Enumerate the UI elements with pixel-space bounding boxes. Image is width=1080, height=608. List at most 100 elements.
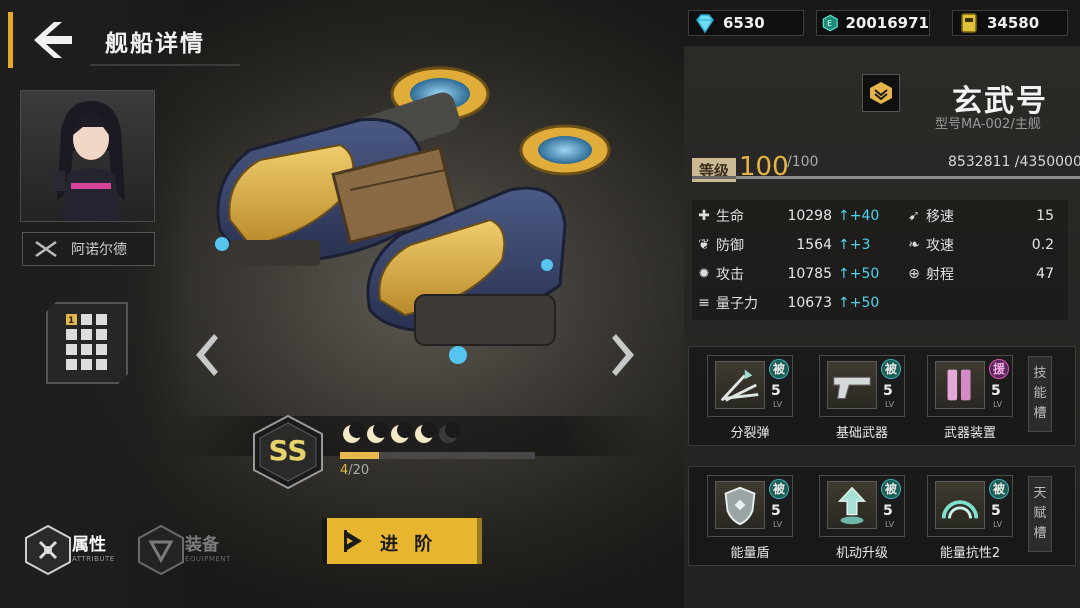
level-max: /100	[787, 154, 819, 170]
supply-card-icon	[961, 13, 977, 33]
crosshair-icon: ⊕	[908, 265, 920, 282]
back-arrow-icon	[34, 22, 72, 58]
energy-resist-icon	[935, 481, 985, 529]
currency-credit[interactable]: E 20016971	[816, 10, 930, 36]
header-divider	[90, 64, 240, 66]
skill-level: 5	[771, 503, 781, 519]
chevron-right-icon	[612, 334, 634, 376]
stat-label: 移速	[926, 208, 954, 225]
slot-char: 槽	[1033, 406, 1047, 421]
stat-row-atk: ✹ 攻击 10785 ↑+50	[696, 259, 886, 288]
star-filled-icon	[343, 422, 365, 443]
stat-row-quantum: ≡ 量子力 10673 ↑+50	[696, 288, 886, 317]
back-button[interactable]	[26, 18, 84, 62]
stat-label: 攻速	[926, 237, 954, 254]
rank-grade: SS	[268, 434, 308, 467]
energy-shield-icon	[715, 481, 765, 529]
next-ship-arrow[interactable]	[610, 332, 640, 378]
stat-bonus: ↑+50	[838, 294, 880, 311]
rank-badge: SS	[250, 414, 326, 490]
stat-value: 1564	[796, 236, 832, 253]
skill-tag: 援	[989, 359, 1009, 379]
skill-lv-text: LV	[993, 400, 1003, 409]
advance-button[interactable]: 进 阶	[322, 518, 482, 564]
stats-panel: ✚ 生命 10298 ↑+40 ❦ 防御 1564 ↑+3 ✹ 攻击 10785 ↑+…	[692, 200, 1068, 320]
ship-illustration	[215, 66, 611, 364]
pilot-name: 阿诺尔德	[71, 242, 127, 258]
faction-emblem-icon	[870, 82, 892, 104]
currency-value: 20016971	[845, 14, 930, 32]
advance-edge	[322, 518, 327, 564]
rank-progress-fill	[340, 452, 379, 459]
skill-lv-text: LV	[885, 520, 895, 529]
slot-char: 赋	[1033, 506, 1047, 521]
ship-model: 型号MA-002/主舰	[935, 117, 1041, 132]
skill-tag: 被	[881, 359, 901, 379]
star-filled-icon	[367, 422, 389, 443]
tab-equipment-sub: EQUIPMENT	[185, 555, 231, 563]
quantum-bars-icon: ≡	[698, 294, 710, 311]
skill-basic-weapon[interactable]: 被 5 LV 基础武器	[819, 355, 905, 441]
feather-icon: ❧	[908, 236, 920, 253]
skill-name: 武器装置	[943, 426, 996, 441]
advance-label: 进 阶	[380, 534, 438, 555]
currency-value: 34580	[987, 14, 1040, 32]
stat-label: 防御	[716, 237, 744, 254]
tab-equipment-label: 装备	[185, 535, 219, 555]
currency-supply[interactable]: 34580	[952, 10, 1068, 36]
skill-split-bullet[interactable]: 被 5 LV 分裂弹	[707, 355, 793, 441]
skill-level: 5	[991, 503, 1001, 519]
slot-char: 天	[1033, 486, 1047, 501]
weapon-device-icon	[935, 361, 985, 409]
talent-energy-shield[interactable]: 被 5 LV 能量盾	[707, 475, 793, 561]
stat-label: 生命	[716, 208, 744, 225]
rank-progress-text: 4/20	[340, 463, 369, 478]
experience-text: 8532811 /4350000	[948, 154, 1080, 170]
exp-bar-fill	[736, 176, 1080, 179]
skill-level: 5	[883, 383, 893, 399]
pilot-name-plate[interactable]: 阿诺尔德	[22, 232, 155, 266]
skill-tag: 被	[881, 479, 901, 499]
talent-energy-resist[interactable]: 被 5 LV 能量抗性2	[927, 475, 1013, 561]
tab-equipment[interactable]: 装备 EQUIPMENT	[133, 522, 253, 578]
skill-name: 能量盾	[730, 546, 770, 561]
skill-tag: 被	[989, 479, 1009, 499]
formation-button[interactable]: 1	[46, 302, 128, 384]
slot-char: 槽	[1033, 526, 1047, 541]
shield-heart-icon: ❦	[698, 236, 710, 253]
tab-attribute-sub: ATTRIBUTE	[72, 555, 115, 563]
pilot-avatar	[51, 101, 125, 221]
header-accent-bar	[8, 12, 13, 68]
speed-boot-icon: ➹	[908, 207, 920, 224]
pilot-portrait[interactable]	[20, 90, 155, 222]
slot-char: 能	[1033, 386, 1047, 401]
tab-attribute[interactable]: 属性 ATTRIBUTE	[20, 522, 140, 578]
skill-lv-text: LV	[993, 520, 1003, 529]
svg-text:E: E	[827, 19, 832, 28]
star-filled-icon	[391, 422, 413, 443]
split-bullet-icon	[715, 361, 765, 409]
stat-label: 量子力	[716, 295, 758, 312]
stat-label: 射程	[926, 266, 954, 283]
tab-attribute-label: 属性	[72, 535, 106, 555]
skill-lv-text: LV	[885, 400, 895, 409]
plus-icon: ✚	[698, 207, 710, 224]
talent-slot-label: 天赋槽	[1028, 476, 1052, 552]
formation-badge: 1	[68, 316, 74, 326]
currency-diamond[interactable]: 6530	[688, 10, 804, 36]
equipment-icon	[138, 524, 184, 576]
attribute-icon	[25, 524, 71, 576]
prev-ship-arrow[interactable]	[190, 332, 220, 378]
stat-value: 10673	[787, 294, 832, 311]
skill-weapon-device[interactable]: 援 5 LV 武器装置	[927, 355, 1013, 441]
crossed-tools-icon	[35, 240, 57, 258]
currency-value: 6530	[723, 14, 765, 32]
star-rating	[343, 422, 461, 443]
advance-edge-right	[477, 518, 482, 564]
skill-tag: 被	[769, 479, 789, 499]
formation-grid-icon: 1	[48, 304, 126, 382]
stat-row-def: ❦ 防御 1564 ↑+3	[696, 230, 886, 259]
skill-lv-text: LV	[773, 400, 783, 409]
talent-mobility-upgrade[interactable]: 被 5 LV 机动升级	[819, 475, 905, 561]
stat-row-attack-speed: ❧ 攻速 0.2	[906, 230, 1066, 259]
